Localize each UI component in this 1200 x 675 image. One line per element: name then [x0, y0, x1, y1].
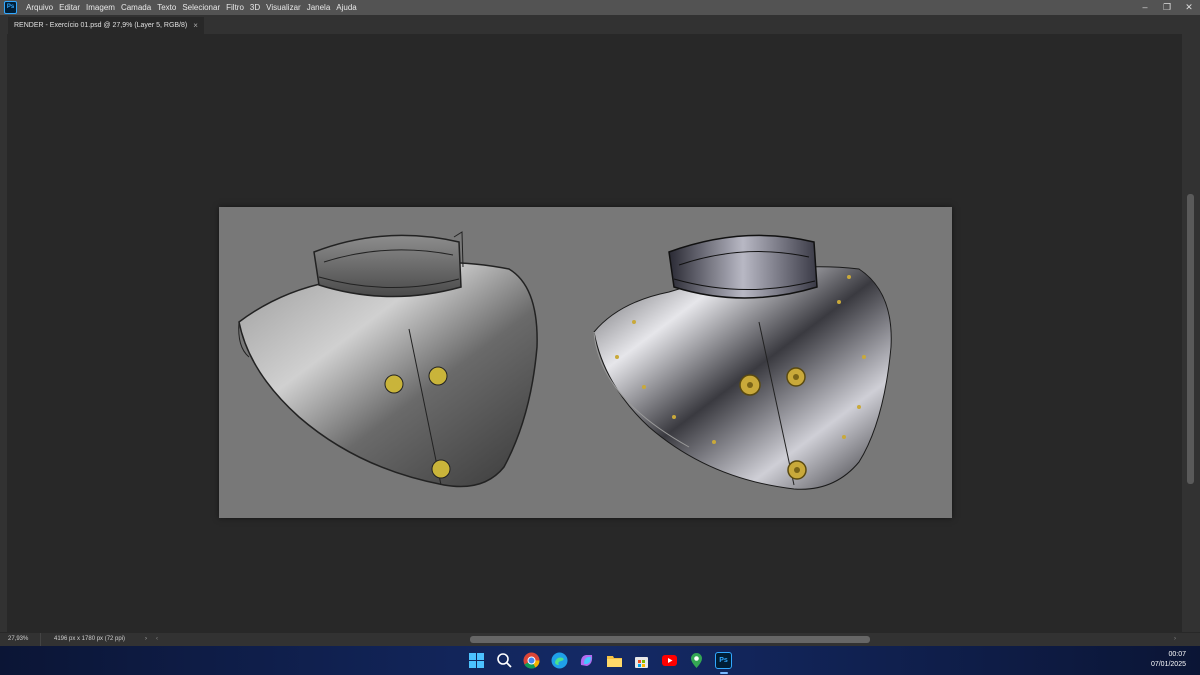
menu-texto[interactable]: Texto — [154, 0, 179, 15]
menu-ajuda[interactable]: Ajuda — [333, 0, 359, 15]
horizontal-scroll-thumb[interactable] — [470, 636, 870, 643]
sketch-gorget — [238, 231, 538, 488]
rendered-gorget — [593, 234, 892, 490]
taskbar: Ps 00:07 07/01/2025 — [0, 646, 1200, 675]
menu-bar: Ps Arquivo Editar Imagem Camada Texto Se… — [0, 0, 1200, 15]
menu-visualizar[interactable]: Visualizar — [263, 0, 304, 15]
status-menu-arrow-icon[interactable]: › — [145, 633, 147, 646]
menu-editar[interactable]: Editar — [56, 0, 83, 15]
search-icon[interactable] — [496, 652, 513, 669]
menu-3d[interactable]: 3D — [247, 0, 263, 15]
canvas-artwork — [238, 231, 892, 490]
active-app-indicator — [720, 672, 728, 674]
edge-icon[interactable] — [551, 652, 568, 669]
photoshop-logo-icon[interactable]: Ps — [4, 1, 17, 14]
scroll-left-icon[interactable]: ‹ — [156, 633, 158, 646]
document-size: 4196 px x 1780 px (72 ppi) — [40, 633, 125, 646]
document-tab-title: RENDER - Exercício 01.psd @ 27,9% (Layer… — [14, 22, 188, 29]
restore-button[interactable]: ❐ — [1156, 0, 1178, 15]
clock-date: 07/01/2025 — [1150, 661, 1186, 668]
status-bar: 27,93% 4196 px x 1780 px (72 ppi) › ‹ › — [0, 633, 1200, 646]
vertical-scrollbar[interactable] — [1182, 34, 1200, 632]
scroll-right-icon[interactable]: › — [1174, 633, 1176, 646]
menu-imagem[interactable]: Imagem — [83, 0, 118, 15]
youtube-icon[interactable] — [661, 652, 678, 669]
file-explorer-icon[interactable] — [606, 652, 623, 669]
window-controls: – ❐ ✕ — [1134, 0, 1200, 15]
menu-camada[interactable]: Camada — [118, 0, 154, 15]
menu-arquivo[interactable]: Arquivo — [23, 0, 56, 15]
store-icon[interactable] — [633, 652, 650, 669]
vertical-scroll-thumb[interactable] — [1187, 194, 1194, 484]
document-canvas[interactable] — [219, 207, 952, 518]
clock-time: 00:07 — [1168, 651, 1186, 658]
copilot-icon[interactable] — [578, 652, 595, 669]
maps-icon[interactable] — [688, 652, 705, 669]
document-tab-bar: RENDER - Exercício 01.psd @ 27,9% (Layer… — [0, 15, 1200, 35]
close-button[interactable]: ✕ — [1178, 0, 1200, 15]
chrome-icon[interactable] — [523, 652, 540, 669]
windows-start-icon[interactable] — [468, 652, 485, 669]
system-clock[interactable]: 00:07 07/01/2025 — [1151, 650, 1186, 670]
photoshop-icon[interactable]: Ps — [715, 652, 732, 669]
menu-filtro[interactable]: Filtro — [223, 0, 247, 15]
left-panel-rail — [0, 34, 7, 632]
close-tab-icon[interactable]: × — [193, 21, 198, 30]
menu-selecionar[interactable]: Selecionar — [179, 0, 223, 15]
minimize-button[interactable]: – — [1134, 0, 1156, 15]
document-tab[interactable]: RENDER - Exercício 01.psd @ 27,9% (Layer… — [8, 17, 204, 34]
menu-janela[interactable]: Janela — [304, 0, 334, 15]
zoom-level[interactable]: 27,93% — [8, 633, 28, 646]
